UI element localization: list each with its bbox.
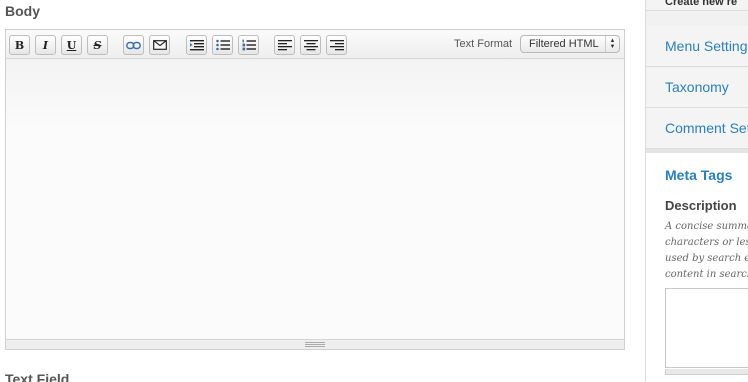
node-edit-page: Body B I U S Text Format Filtered HTML ▲…: [0, 0, 748, 382]
text-format-select[interactable]: Filtered HTML ▲ ▼: [520, 35, 620, 53]
text-field-label: Text Field: [5, 371, 70, 382]
strikethrough-button[interactable]: S: [87, 35, 108, 55]
strikethrough-icon: S: [93, 38, 102, 52]
underline-icon: U: [66, 38, 77, 52]
align-left-icon: [277, 39, 292, 50]
body-field-label: Body: [5, 3, 40, 19]
email-button[interactable]: [149, 35, 170, 55]
editor-toolbar: B I U S Text Format Filtered HTML ▲ ▼: [6, 30, 624, 59]
select-arrows-icon: ▲ ▼: [605, 36, 619, 52]
description-label: Description: [665, 198, 737, 213]
align-center-icon: [303, 39, 318, 50]
vertical-tabs-sidebar: Create new re Menu Settings Taxonomy Com…: [645, 0, 748, 382]
sidebar-item-revision[interactable]: Create new re: [646, 0, 748, 11]
blockquote-button[interactable]: [186, 35, 207, 55]
help-line: characters or less: [665, 237, 748, 248]
numbered-list-button[interactable]: [238, 35, 259, 55]
align-right-icon: [329, 39, 344, 50]
sidebar-item-menu-settings[interactable]: Menu Settings: [646, 26, 748, 67]
italic-button[interactable]: I: [35, 35, 56, 55]
help-line: used by search en: [665, 253, 748, 264]
description-help-text: A concise summary characters or less use…: [665, 219, 748, 283]
text-format-value: Filtered HTML: [529, 38, 599, 50]
sidebar-item-comment-settings[interactable]: Comment Settings: [646, 108, 748, 149]
bold-icon: B: [14, 38, 25, 52]
help-line: A concise summary: [665, 221, 748, 232]
meta-tags-title[interactable]: Meta Tags: [665, 167, 732, 183]
envelope-icon: [152, 40, 167, 50]
align-right-button[interactable]: [326, 35, 347, 55]
underline-button[interactable]: U: [61, 35, 82, 55]
help-line: content in search: [665, 269, 748, 280]
bulleted-list-icon: [215, 39, 230, 51]
description-textarea[interactable]: [665, 288, 748, 368]
editor-resize-handle[interactable]: [6, 339, 624, 349]
description-resize-handle[interactable]: [665, 369, 748, 375]
align-left-button[interactable]: [274, 35, 295, 55]
sidebar-item-taxonomy[interactable]: Taxonomy: [646, 67, 748, 108]
grip-icon: [305, 342, 325, 347]
bulleted-list-button[interactable]: [212, 35, 233, 55]
meta-tags-panel: Meta Tags Description A concise summary …: [646, 149, 748, 382]
text-format-label: Text Format: [454, 38, 513, 50]
italic-icon: I: [42, 38, 49, 52]
numbered-list-icon: [242, 39, 256, 51]
blockquote-icon: [189, 40, 204, 51]
body-editor: B I U S Text Format Filtered HTML ▲ ▼: [5, 29, 625, 350]
bold-button[interactable]: B: [9, 35, 30, 55]
link-button[interactable]: [123, 35, 144, 55]
body-text-area[interactable]: [6, 59, 624, 339]
align-center-button[interactable]: [300, 35, 321, 55]
link-icon: [126, 41, 141, 49]
